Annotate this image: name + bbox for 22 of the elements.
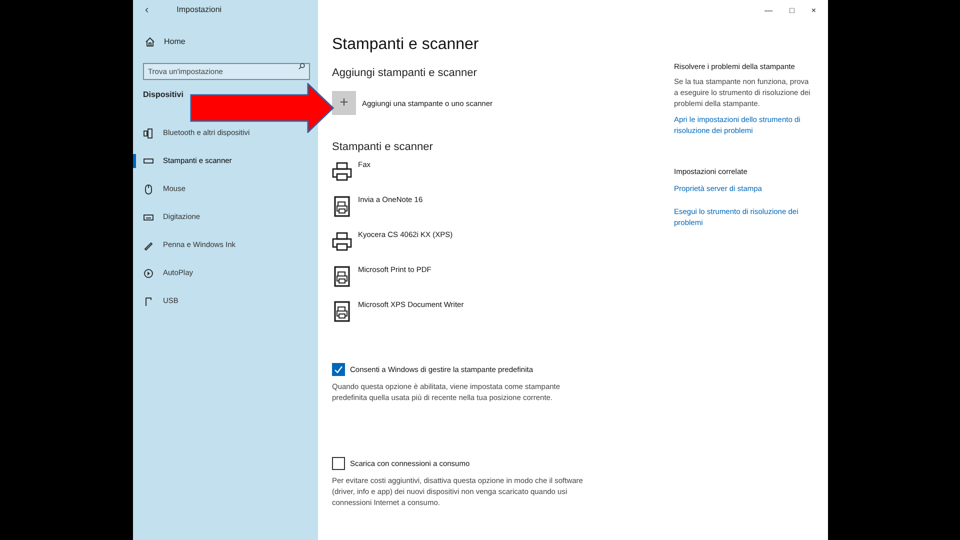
page-title: Stampanti e scanner <box>332 35 479 55</box>
close-button[interactable]: × <box>811 7 816 15</box>
maximize-button[interactable]: □ <box>789 7 794 15</box>
search-icon <box>298 63 305 70</box>
document-icon <box>332 301 352 322</box>
keyboard-icon <box>143 212 154 222</box>
section-heading: Aggiungi stampanti e scanner <box>332 66 477 81</box>
section-heading: Stampanti e scanner <box>332 140 433 154</box>
minimize-button[interactable]: — <box>764 7 772 15</box>
document-icon <box>332 266 352 287</box>
mouse-icon <box>143 184 154 194</box>
checkbox[interactable] <box>332 457 345 470</box>
back-button[interactable]: ‹ <box>145 2 149 18</box>
home-link[interactable]: Home <box>164 36 186 48</box>
section-heading: Dispositivi <box>143 89 184 101</box>
autoplay-icon <box>143 268 154 278</box>
document-icon <box>332 196 352 217</box>
pen-icon <box>143 240 154 250</box>
add-button[interactable]: + <box>332 90 356 114</box>
window-title: Impostazioni <box>176 4 222 16</box>
home-icon <box>145 37 155 47</box>
checkbox[interactable] <box>332 363 345 376</box>
